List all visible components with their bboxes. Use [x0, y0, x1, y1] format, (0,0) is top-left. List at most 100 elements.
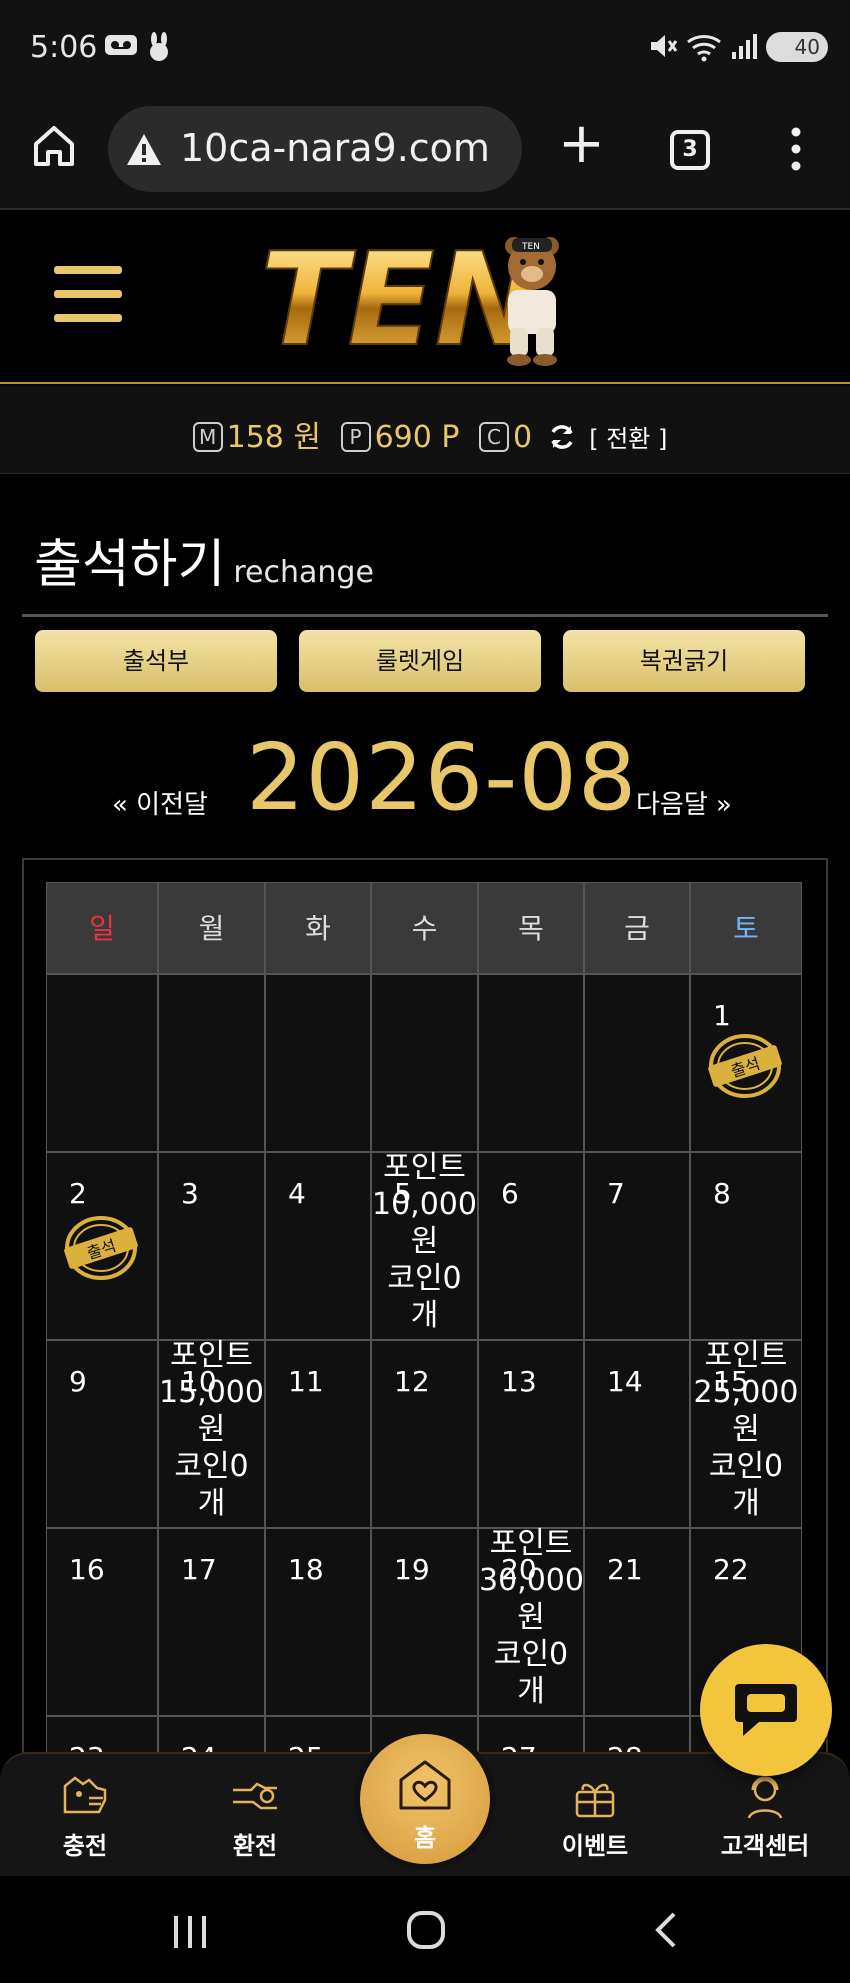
- live-chat-button[interactable]: [700, 1644, 832, 1776]
- calendar-cell-empty: [584, 974, 690, 1152]
- reward-label: 포인트 10,000 원 코인0 개: [372, 1150, 477, 1333]
- coin-badge-icon: C: [479, 422, 510, 452]
- calendar-cell-empty: [478, 974, 584, 1152]
- tab-attendance[interactable]: 출석부: [35, 630, 277, 692]
- coin-balance: 0: [513, 420, 533, 455]
- calendar-day-16[interactable]: 16: [46, 1528, 158, 1716]
- day-number: 14: [607, 1365, 643, 1398]
- more-menu-icon[interactable]: [784, 124, 808, 174]
- recent-apps-icon[interactable]: [170, 1914, 210, 1954]
- reward-label: 포인트 30,000 원 코인0 개: [479, 1526, 584, 1709]
- calendar-day-14[interactable]: 14: [584, 1340, 690, 1528]
- calendar-day-6[interactable]: 6: [478, 1152, 584, 1340]
- wifi-icon: [686, 32, 726, 69]
- title-divider: [22, 614, 828, 617]
- day-number: 3: [181, 1177, 199, 1210]
- prev-month-link[interactable]: « 이전달: [112, 784, 208, 821]
- calendar-day-21[interactable]: 21: [584, 1528, 690, 1716]
- signal-icon: [730, 32, 760, 67]
- address-bar[interactable]: 10ca-nara9.com: [108, 106, 522, 192]
- new-tab-button[interactable]: +: [558, 116, 605, 172]
- day-number: 1: [713, 999, 731, 1032]
- tab-lottery[interactable]: 복권긁기: [563, 630, 805, 692]
- nav-label: 환전: [232, 1832, 278, 1860]
- nav-label: 고객센터: [720, 1832, 810, 1860]
- current-month: 2026-08: [246, 724, 638, 831]
- calendar-day-10[interactable]: 10 포인트 15,000 원 코인0 개: [158, 1338, 265, 1528]
- calendar-day-15[interactable]: 15 포인트 25,000 원 코인0 개: [690, 1338, 802, 1528]
- chat-bubble-icon: [735, 1684, 797, 1736]
- calendar-day-11[interactable]: 11: [265, 1340, 371, 1528]
- calendar-day-1[interactable]: 1 출석: [690, 974, 802, 1152]
- calendar-day-4[interactable]: 4: [265, 1152, 371, 1340]
- back-icon[interactable]: [650, 1910, 680, 1954]
- weekday-thu: 목: [478, 882, 584, 974]
- day-number: 2: [69, 1177, 87, 1210]
- reward-label: 포인트 25,000 원 코인0 개: [693, 1338, 799, 1521]
- hamburger-menu-icon[interactable]: [54, 266, 122, 322]
- calendar-cell-empty: [46, 974, 158, 1152]
- calendar-day-3[interactable]: 3: [158, 1152, 265, 1340]
- tab-switcher-button[interactable]: 3: [670, 130, 710, 170]
- home-icon[interactable]: [30, 122, 78, 170]
- day-number: 22: [713, 1553, 749, 1586]
- exchange-icon: [233, 1782, 277, 1810]
- nav-label: 이벤트: [561, 1832, 629, 1860]
- calendar-day-13[interactable]: 13: [478, 1340, 584, 1528]
- gift-icon: [575, 1783, 615, 1818]
- mute-icon: [648, 32, 678, 67]
- nav-label: 충전: [62, 1832, 108, 1860]
- day-number: 17: [181, 1553, 217, 1586]
- attendance-stamp-icon: 출석: [61, 1213, 141, 1287]
- weekday-mon: 월: [158, 882, 265, 974]
- day-number: 21: [607, 1553, 643, 1586]
- calendar-day-20[interactable]: 20 포인트 30,000 원 코인0 개: [478, 1526, 584, 1716]
- money-balance: 158 원: [226, 420, 322, 455]
- nav-charge[interactable]: 충전: [10, 1754, 160, 1878]
- attendance-calendar: 일 월 화 수 목 금 토 1 출석 2 출석 3 4 5 포인트 10,000 원…: [22, 858, 828, 1758]
- weekday-fri: 금: [584, 882, 690, 974]
- system-navigation-bar: [0, 1876, 850, 1983]
- nav-label: 홈: [413, 1824, 437, 1852]
- switch-link[interactable]: [ 전환 ]: [589, 425, 667, 453]
- day-number: 12: [394, 1365, 430, 1398]
- calendar-day-18[interactable]: 18: [265, 1528, 371, 1716]
- calendar-day-12[interactable]: 12: [371, 1340, 478, 1528]
- weekday-tue: 화: [265, 882, 371, 974]
- ten-logo[interactable]: TEN TEN: [256, 225, 592, 376]
- calendar-day-9[interactable]: 9: [46, 1340, 158, 1528]
- battery-indicator: 40: [766, 32, 828, 62]
- calendar-cell-empty: [265, 974, 371, 1152]
- next-month-link[interactable]: 다음달 »: [636, 784, 732, 821]
- money-badge-icon: M: [192, 422, 223, 452]
- status-bar: 5:06 40: [0, 0, 850, 96]
- url-text[interactable]: 10ca-nara9.com: [180, 126, 490, 170]
- calendar-day-7[interactable]: 7: [584, 1152, 690, 1340]
- weekday-sat: 토: [690, 882, 802, 974]
- tab-roulette[interactable]: 룰렛게임: [299, 630, 541, 692]
- calendar-day-2[interactable]: 2 출석: [46, 1152, 158, 1340]
- day-number: 13: [501, 1365, 537, 1398]
- balance-bar: M 158 원 P 690 P C0 [ 전환 ]: [0, 386, 850, 474]
- day-number: 6: [501, 1177, 519, 1210]
- day-number: 19: [394, 1553, 430, 1586]
- day-number: 11: [288, 1365, 324, 1398]
- point-balance: 690 P: [374, 420, 460, 455]
- rabbit-icon: [146, 32, 172, 69]
- calendar-day-19[interactable]: 19: [371, 1528, 478, 1716]
- calendar-day-17[interactable]: 17: [158, 1528, 265, 1716]
- day-number: 9: [69, 1365, 87, 1398]
- page-title: 출석하기 rechange: [34, 535, 374, 595]
- svg-text:출석: 출석: [85, 1236, 119, 1263]
- voicemail-icon: [104, 32, 138, 65]
- nav-home-button[interactable]: 홈: [360, 1734, 490, 1864]
- home-circle-icon[interactable]: [406, 1910, 446, 1954]
- nav-exchange[interactable]: 환전: [180, 1754, 330, 1878]
- logo-text: TEN: [260, 232, 542, 368]
- nav-event[interactable]: 이벤트: [520, 1754, 670, 1878]
- refresh-icon[interactable]: [548, 421, 576, 454]
- warning-icon[interactable]: [124, 130, 164, 170]
- calendar-day-5[interactable]: 5 포인트 10,000 원 코인0 개: [371, 1150, 478, 1340]
- calendar-day-8[interactable]: 8: [690, 1152, 802, 1340]
- day-number: 7: [607, 1177, 625, 1210]
